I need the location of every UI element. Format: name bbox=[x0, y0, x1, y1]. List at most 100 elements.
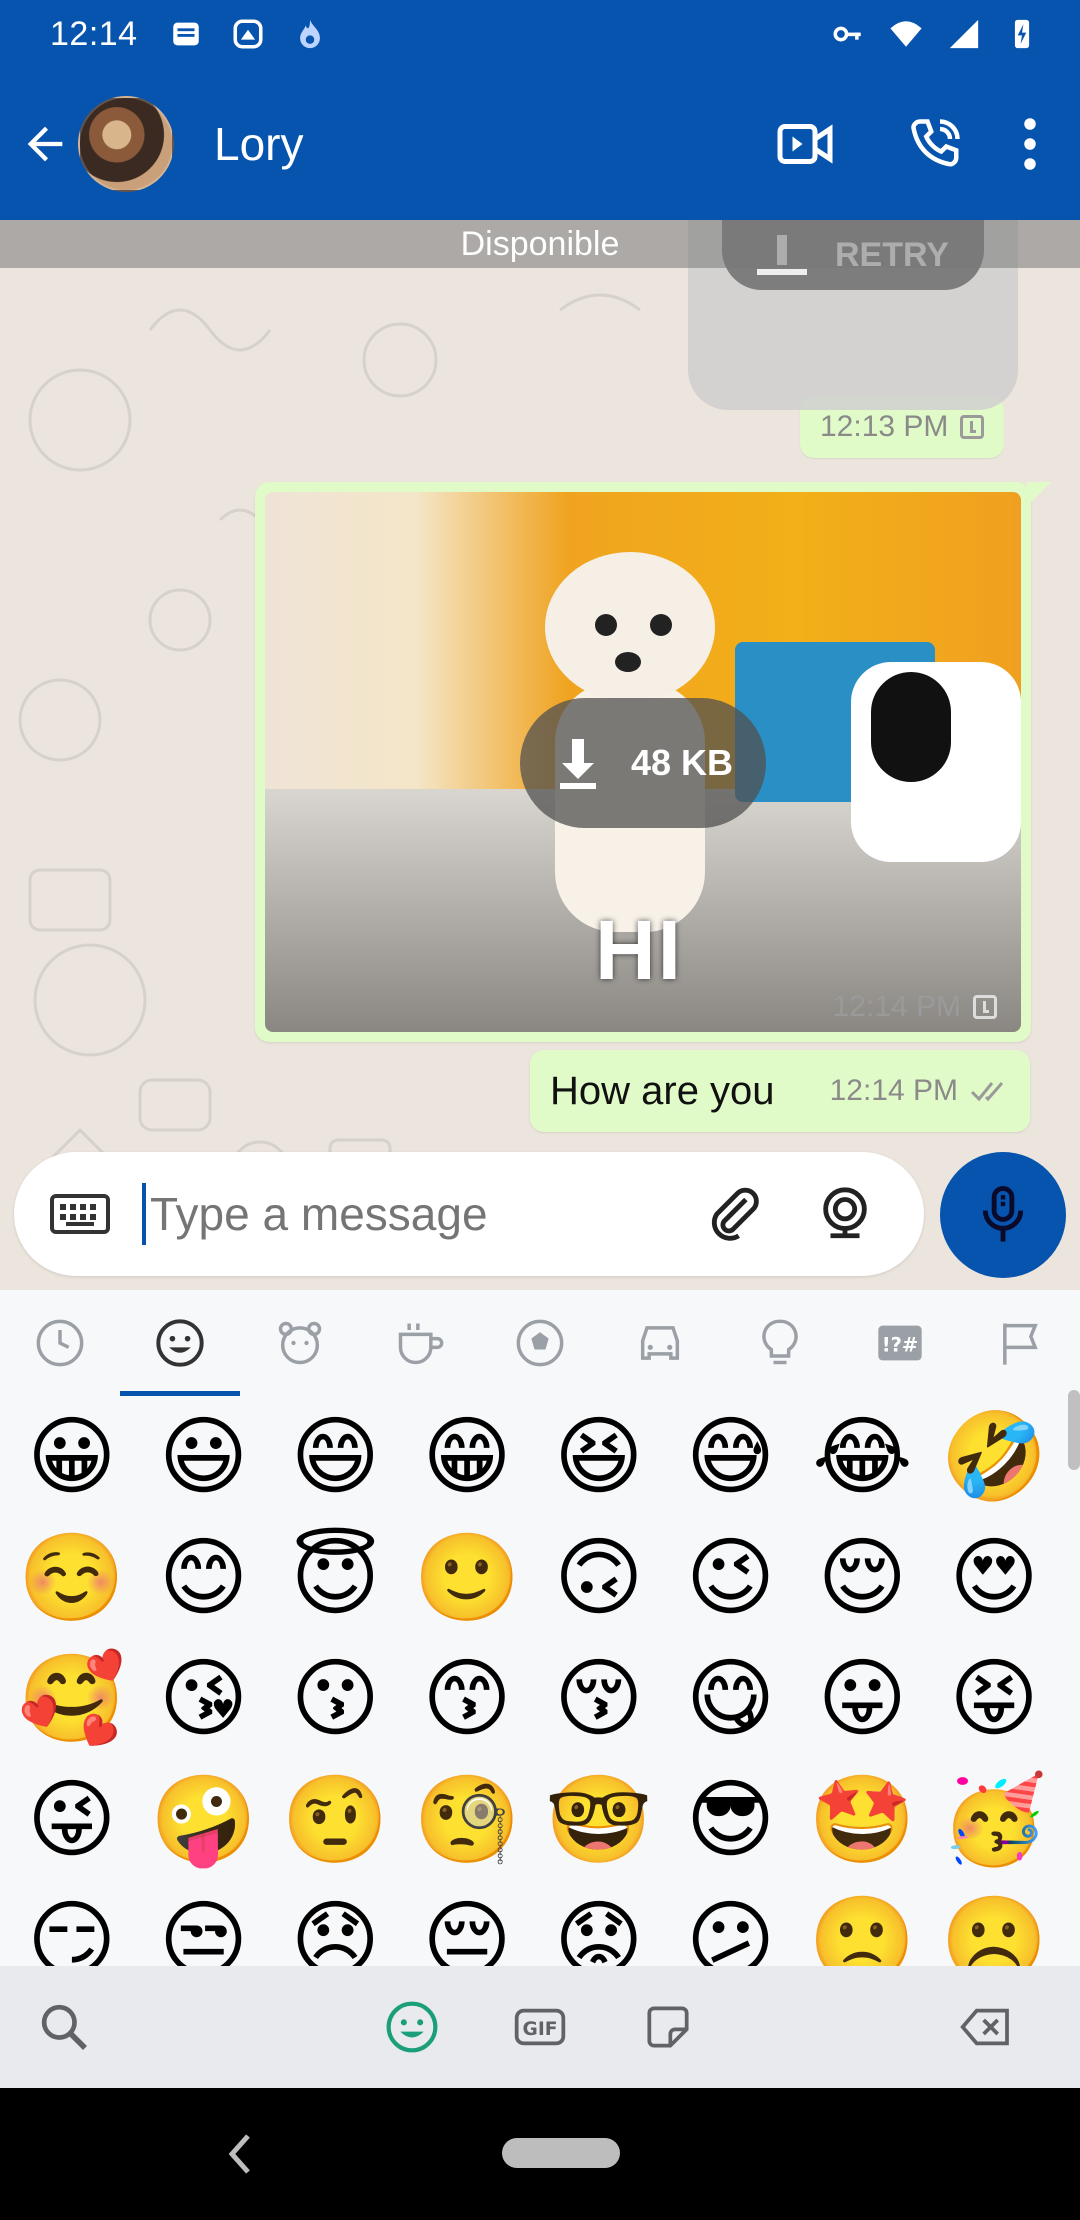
message-notification-icon bbox=[168, 16, 204, 52]
emoji-key[interactable]: 🙁 bbox=[797, 1880, 929, 1967]
keyboard-toggle-button[interactable] bbox=[40, 1184, 120, 1244]
image-message-time: 12:14 PM bbox=[833, 990, 997, 1024]
signal-icon bbox=[946, 16, 982, 52]
microphone-icon bbox=[982, 1186, 1024, 1242]
status-bar: 12:14 bbox=[0, 0, 1080, 68]
emoji-key[interactable]: 🧐 bbox=[401, 1759, 533, 1880]
sticker-mode-button[interactable] bbox=[604, 1966, 732, 2088]
emoji-key[interactable]: 😗 bbox=[270, 1638, 402, 1759]
emoji-key[interactable]: 😃 bbox=[138, 1396, 270, 1517]
smiley-icon bbox=[156, 1319, 204, 1367]
emoji-key[interactable]: 🤓 bbox=[533, 1759, 665, 1880]
tab-recent[interactable] bbox=[0, 1290, 120, 1396]
emoji-key[interactable]: 😏 bbox=[6, 1880, 138, 1967]
pending-clock-icon bbox=[973, 995, 997, 1019]
tab-travel[interactable] bbox=[600, 1290, 720, 1396]
tab-animals[interactable] bbox=[240, 1290, 360, 1396]
coffee-cup-icon bbox=[398, 1323, 444, 1365]
voice-message-button[interactable] bbox=[940, 1152, 1066, 1278]
video-call-button[interactable] bbox=[740, 114, 870, 174]
image-notification-icon bbox=[230, 16, 266, 52]
emoji-key[interactable]: 😌 bbox=[797, 1517, 929, 1638]
emoji-key[interactable]: 😍 bbox=[928, 1517, 1060, 1638]
emoji-mode-button[interactable] bbox=[348, 1966, 476, 2088]
emoji-key[interactable]: 😜 bbox=[6, 1759, 138, 1880]
emoji-key[interactable]: 😟 bbox=[533, 1880, 665, 1967]
svg-text:!?#: !?# bbox=[882, 1334, 919, 1357]
emoji-key[interactable]: 😁 bbox=[401, 1396, 533, 1517]
nav-home-pill[interactable] bbox=[502, 2138, 620, 2168]
emoji-key[interactable]: 😝 bbox=[928, 1638, 1060, 1759]
nav-back-button[interactable] bbox=[220, 2128, 260, 2180]
emoji-key[interactable]: 😘 bbox=[138, 1638, 270, 1759]
emoji-key[interactable]: 🤣 bbox=[928, 1396, 1060, 1517]
more-options-button[interactable] bbox=[1000, 114, 1060, 174]
emoji-row: ☺️ 😊 😇 🙂 🙃 😉 😌 😍 bbox=[0, 1517, 1060, 1638]
phone-call-icon bbox=[911, 119, 960, 167]
download-icon bbox=[559, 739, 596, 789]
message-composer bbox=[14, 1152, 924, 1276]
chat-area[interactable]: RETRY Disponible 12:13 PM HI 12:14 PM 4 bbox=[0, 220, 1080, 1290]
emoji-key[interactable]: 🙃 bbox=[533, 1517, 665, 1638]
emoji-key[interactable]: 😄 bbox=[270, 1396, 402, 1517]
emoji-key[interactable]: 🤩 bbox=[797, 1759, 929, 1880]
text-message-bubble[interactable]: How are you 12:14 PM bbox=[530, 1050, 1030, 1132]
emoji-key[interactable]: 🤨 bbox=[270, 1759, 402, 1880]
backspace-icon bbox=[960, 2008, 1009, 2046]
contact-name[interactable]: Lory bbox=[214, 117, 303, 171]
emoji-key[interactable]: 🙂 bbox=[401, 1517, 533, 1638]
emoji-key[interactable]: 😉 bbox=[665, 1517, 797, 1638]
emoji-key[interactable]: 😞 bbox=[270, 1880, 402, 1967]
gif-mode-button[interactable]: GIF bbox=[476, 1966, 604, 2088]
message-input[interactable] bbox=[150, 1187, 680, 1241]
symbols-icon: !?# bbox=[878, 1325, 922, 1361]
search-icon bbox=[41, 2004, 87, 2050]
paperclip-icon bbox=[711, 1187, 759, 1241]
camera-button[interactable] bbox=[790, 1152, 900, 1276]
system-navigation-bar bbox=[0, 2088, 1080, 2220]
back-button[interactable] bbox=[0, 68, 90, 220]
message-time: 12:14 PM bbox=[832, 990, 961, 1023]
emoji-key[interactable]: 🤪 bbox=[138, 1759, 270, 1880]
emoji-key[interactable]: 😆 bbox=[533, 1396, 665, 1517]
tab-symbols[interactable]: !?# bbox=[840, 1290, 960, 1396]
media-size-label: 48 KB bbox=[630, 742, 734, 783]
emoji-scrollbar[interactable] bbox=[1068, 1390, 1080, 1470]
emoji-search-button[interactable] bbox=[0, 1966, 128, 2088]
contact-avatar[interactable] bbox=[78, 96, 174, 192]
emoji-key[interactable]: 🥳 bbox=[928, 1759, 1060, 1880]
emoji-key[interactable]: 😙 bbox=[401, 1638, 533, 1759]
tab-flags[interactable] bbox=[960, 1290, 1080, 1396]
emoji-key[interactable]: ☹️ bbox=[928, 1880, 1060, 1967]
emoji-category-tabs: !?# bbox=[0, 1290, 1080, 1396]
emoji-key[interactable]: 😇 bbox=[270, 1517, 402, 1638]
emoji-key[interactable]: 😒 bbox=[138, 1880, 270, 1967]
tab-objects[interactable] bbox=[720, 1290, 840, 1396]
emoji-key[interactable]: 😔 bbox=[401, 1880, 533, 1967]
tab-smileys[interactable] bbox=[120, 1290, 240, 1396]
backspace-button[interactable] bbox=[922, 1966, 1050, 2088]
emoji-key[interactable]: 😀 bbox=[6, 1396, 138, 1517]
emoji-key[interactable]: 😎 bbox=[665, 1759, 797, 1880]
vpn-key-icon bbox=[830, 16, 866, 52]
attach-button[interactable] bbox=[680, 1152, 790, 1276]
battery-charging-icon bbox=[1004, 16, 1040, 52]
contact-status-banner: Disponible bbox=[0, 220, 1080, 268]
soccer-ball-icon bbox=[516, 1319, 564, 1367]
emoji-key[interactable]: 😅 bbox=[665, 1396, 797, 1517]
emoji-key[interactable]: 😋 bbox=[665, 1638, 797, 1759]
emoji-keyboard-bottom-bar: GIF bbox=[0, 1966, 1080, 2088]
download-media-button[interactable]: 48 KB bbox=[520, 698, 766, 828]
emoji-key[interactable]: 😊 bbox=[138, 1517, 270, 1638]
tab-food[interactable] bbox=[360, 1290, 480, 1396]
message-time: 12:13 PM bbox=[820, 410, 949, 443]
voice-call-button[interactable] bbox=[870, 114, 1000, 174]
emoji-key[interactable]: 🥰 bbox=[6, 1638, 138, 1759]
tab-activities[interactable] bbox=[480, 1290, 600, 1396]
emoji-key[interactable]: 😕 bbox=[665, 1880, 797, 1967]
emoji-key[interactable]: ☺️ bbox=[6, 1517, 138, 1638]
emoji-key[interactable]: 😚 bbox=[533, 1638, 665, 1759]
emoji-key[interactable]: 😛 bbox=[797, 1638, 929, 1759]
car-icon bbox=[640, 1326, 680, 1360]
emoji-key[interactable]: 😂 bbox=[797, 1396, 929, 1517]
